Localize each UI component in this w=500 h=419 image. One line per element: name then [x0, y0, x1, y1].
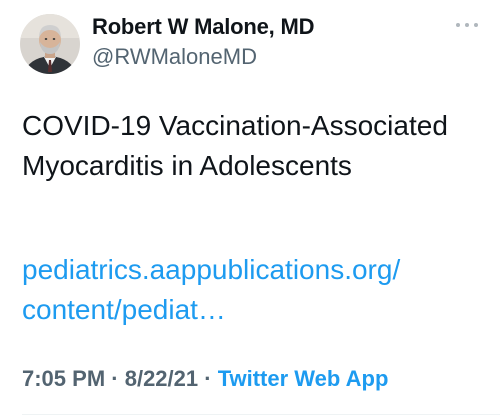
tweet-link-line-1: pediatrics.aappublications.org/	[22, 254, 401, 285]
tweet-meta: 7:05 PM · 8/22/21 · Twitter Web App	[22, 366, 388, 392]
tweet-date[interactable]: 8/22/21	[125, 366, 198, 391]
divider	[22, 414, 500, 415]
tweet-link[interactable]: pediatrics.aappublications.org/ content/…	[22, 250, 482, 330]
tweet-link-line-2: content/pediat…	[22, 294, 226, 325]
tweet: Robert W Malone, MD @RWMaloneMD COVID-19…	[0, 0, 500, 419]
tweet-text: COVID-19 Vaccination-Associated Myocardi…	[22, 110, 448, 181]
avatar[interactable]	[20, 14, 80, 74]
meta-separator: ·	[198, 366, 218, 391]
author-display-name[interactable]: Robert W Malone, MD	[92, 14, 315, 40]
tweet-time[interactable]: 7:05 PM	[22, 366, 105, 391]
tweet-source[interactable]: Twitter Web App	[218, 366, 389, 391]
ellipsis-dot	[456, 23, 460, 27]
author-handle[interactable]: @RWMaloneMD	[92, 44, 257, 70]
ellipsis-dot	[474, 23, 478, 27]
ellipsis-icon[interactable]	[456, 20, 478, 30]
profile-photo-icon	[20, 14, 80, 74]
ellipsis-dot	[465, 23, 469, 27]
meta-separator: ·	[105, 366, 125, 391]
